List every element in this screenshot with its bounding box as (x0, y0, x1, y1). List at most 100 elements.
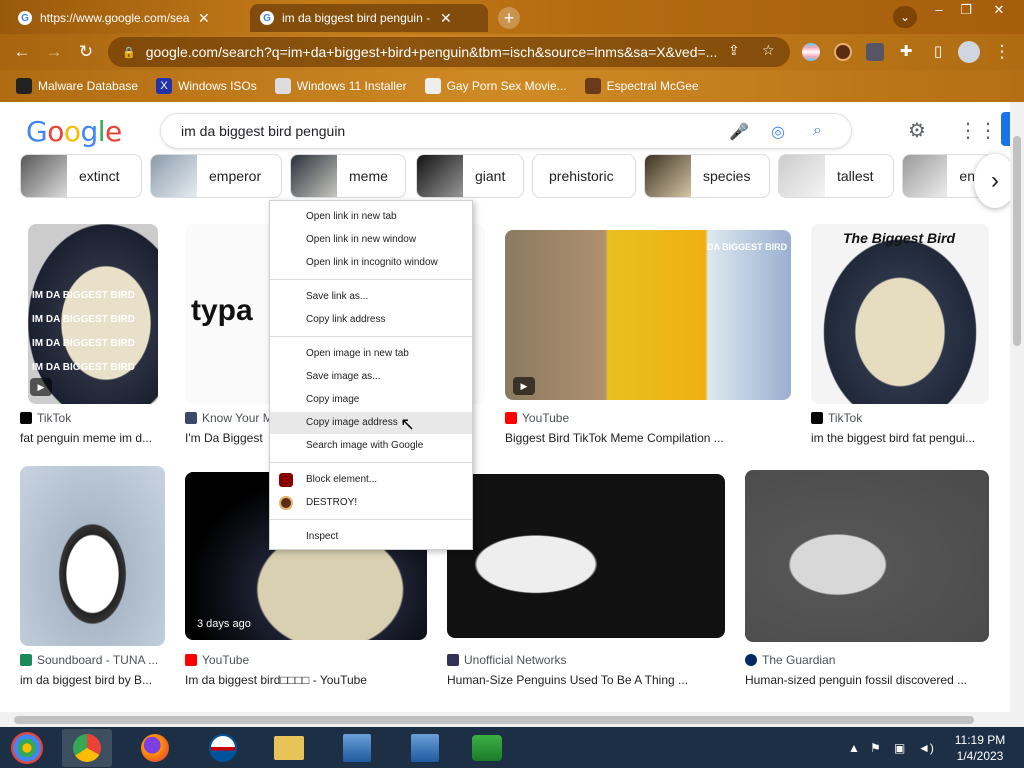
avatar-icon (584, 78, 601, 94)
result-source[interactable]: Know Your M (202, 411, 273, 425)
chip-species[interactable]: species (644, 154, 770, 198)
system-clock[interactable]: 11:19 PM 1/4/2023 (948, 732, 1012, 764)
explorer-taskbar-button[interactable] (264, 729, 314, 767)
menu-copy-image[interactable]: Copy image (270, 389, 472, 411)
obama-taskbar-button[interactable] (198, 729, 248, 767)
chrome-taskbar-button[interactable] (62, 729, 112, 767)
menu-block-element[interactable]: Block element... (270, 469, 472, 491)
action-center-flag-icon[interactable]: ⚑ (870, 741, 881, 755)
chip-meme[interactable]: meme (290, 154, 406, 198)
scrollbar-thumb[interactable] (1013, 136, 1021, 346)
result-image[interactable] (447, 474, 725, 638)
menu-open-link-incognito[interactable]: Open link in incognito window (270, 252, 472, 274)
result-title[interactable]: im the biggest bird fat pengui... (811, 431, 991, 445)
volume-icon[interactable]: ◄) (918, 741, 934, 755)
chip-emperor[interactable]: emperor (150, 154, 282, 198)
reload-icon[interactable]: ↻ (74, 40, 98, 64)
settings-gear-icon[interactable]: ⚙ (908, 118, 926, 143)
avatar-extension-icon[interactable] (834, 43, 852, 61)
search-query[interactable]: im da biggest bird penguin (181, 123, 345, 139)
menu-destroy[interactable]: DESTROY! (270, 492, 472, 514)
result-title[interactable]: Biggest Bird TikTok Meme Compilation ... (505, 431, 795, 445)
tray-arrow-icon[interactable]: ▲ (848, 741, 860, 755)
sign-in-button[interactable] (1001, 112, 1010, 146)
menu-open-image-new-tab[interactable]: Open image in new tab (270, 343, 472, 365)
result-source[interactable]: YouTube (202, 653, 249, 667)
search-icon[interactable]: ⌕ (813, 122, 822, 140)
forward-arrow-icon[interactable]: → (42, 40, 66, 64)
network-icon[interactable]: ▣ (894, 741, 905, 755)
result-image[interactable] (20, 466, 165, 646)
back-arrow-icon[interactable]: ← (10, 40, 34, 64)
tab-close-icon[interactable]: ✕ (198, 10, 210, 27)
apps-grid-icon[interactable]: ⋮⋮ (958, 118, 998, 143)
menu-copy-link-address[interactable]: Copy link address (270, 309, 472, 331)
chip-label: giant (475, 168, 506, 184)
result-title[interactable]: Human-Size Penguins Used To Be A Thing .… (447, 673, 727, 687)
network-taskbar-button[interactable] (462, 729, 512, 767)
close-window-button[interactable]: ✕ (986, 2, 1012, 18)
bookmark-movie-site[interactable]: Gay Porn Sex Movie... (424, 78, 567, 94)
result-image[interactable]: DA BIGGEST BIRD (505, 230, 791, 400)
menu-dots-icon[interactable]: ⋮ (990, 40, 1014, 64)
menu-search-image-google[interactable]: Search image with Google (270, 435, 472, 457)
restore-button[interactable]: ❐ (953, 2, 979, 18)
chip-label: tallest (837, 168, 874, 184)
google-logo[interactable]: Google (26, 115, 122, 148)
bookmark-windows-11-installer[interactable]: Windows 11 Installer (274, 78, 407, 94)
result-source[interactable]: YouTube (522, 411, 569, 425)
result-source[interactable]: TikTok (37, 411, 71, 425)
result-image[interactable] (745, 470, 989, 642)
result-source[interactable]: Soundboard - TUNA ... (37, 653, 158, 667)
bookmark-windows-isos[interactable]: X Windows ISOs (156, 78, 257, 94)
tab-search-url[interactable]: G https://www.google.com/search?q= ✕ (8, 4, 248, 32)
result-title[interactable]: im da biggest bird by B... (20, 673, 160, 687)
chip-extinct[interactable]: extinct (20, 154, 142, 198)
side-panel-icon[interactable]: ▯ (926, 40, 950, 64)
menu-open-link-new-tab[interactable]: Open link in new tab (270, 206, 472, 228)
chip-tallest[interactable]: tallest (778, 154, 894, 198)
computer-taskbar-button-2[interactable] (400, 729, 450, 767)
extensions-puzzle-icon[interactable]: ✚ (894, 40, 918, 64)
scrollbar-thumb[interactable] (14, 716, 974, 724)
tab-active-search[interactable]: G im da biggest bird penguin - Goog ✕ (250, 4, 488, 32)
bookmark-star-icon[interactable]: ☆ (762, 42, 775, 59)
result-image[interactable]: IM DA BIGGEST BIRD IM DA BIGGEST BIRD IM… (28, 224, 158, 404)
computer-taskbar-button[interactable] (332, 729, 382, 767)
chip-prehistoric[interactable]: prehistoric (532, 154, 636, 198)
result-title[interactable]: fat penguin meme im d... (20, 431, 160, 445)
menu-save-image-as[interactable]: Save image as... (270, 366, 472, 388)
duration-badge: 3 days ago (197, 618, 251, 630)
result-source[interactable]: TikTok (828, 411, 862, 425)
bookmark-malware-database[interactable]: Malware Database (16, 78, 138, 94)
menu-copy-image-address[interactable]: Copy image address (270, 412, 472, 434)
chip-giant[interactable]: giant (416, 154, 524, 198)
bookmark-espectral-mcgee[interactable]: Espectral McGee (584, 78, 699, 94)
firefox-taskbar-button[interactable] (130, 729, 180, 767)
result-title[interactable]: I'm Da Biggest (185, 431, 275, 445)
result-source[interactable]: The Guardian (762, 653, 835, 667)
address-bar[interactable]: 🔒 google.com/search?q=im+da+biggest+bird… (108, 37, 790, 67)
profile-avatar-icon[interactable] (958, 41, 980, 63)
vertical-scrollbar[interactable] (1010, 102, 1024, 727)
result-title[interactable]: Human-sized penguin fossil discovered ..… (745, 673, 985, 687)
menu-save-link-as[interactable]: Save link as... (270, 286, 472, 308)
microphone-icon[interactable]: 🎤 (729, 122, 749, 142)
tab-close-icon[interactable]: ✕ (440, 10, 452, 27)
new-tab-button[interactable]: + (498, 7, 520, 29)
plane-extension-icon[interactable] (866, 43, 884, 61)
result-title[interactable]: Im da biggest bird□□□□ - YouTube (185, 673, 425, 687)
tab-search-chevron-icon[interactable]: ⌄ (893, 6, 917, 28)
result-source[interactable]: Unofficial Networks (464, 653, 566, 667)
horizontal-scrollbar[interactable] (0, 712, 1010, 727)
menu-inspect[interactable]: Inspect (270, 526, 472, 548)
minimize-button[interactable]: ‒ (926, 2, 952, 17)
menu-open-link-new-window[interactable]: Open link in new window (270, 229, 472, 251)
trans-flag-extension-icon[interactable] (802, 43, 820, 61)
share-icon[interactable]: ⇪ (728, 42, 740, 59)
search-input[interactable]: im da biggest bird penguin 🎤 ◎ ⌕ (160, 113, 852, 149)
url-text[interactable]: google.com/search?q=im+da+biggest+bird+p… (146, 44, 721, 60)
start-button[interactable] (2, 729, 52, 767)
result-image[interactable]: The Biggest Bird (811, 224, 989, 404)
camera-lens-icon[interactable]: ◎ (771, 122, 785, 142)
